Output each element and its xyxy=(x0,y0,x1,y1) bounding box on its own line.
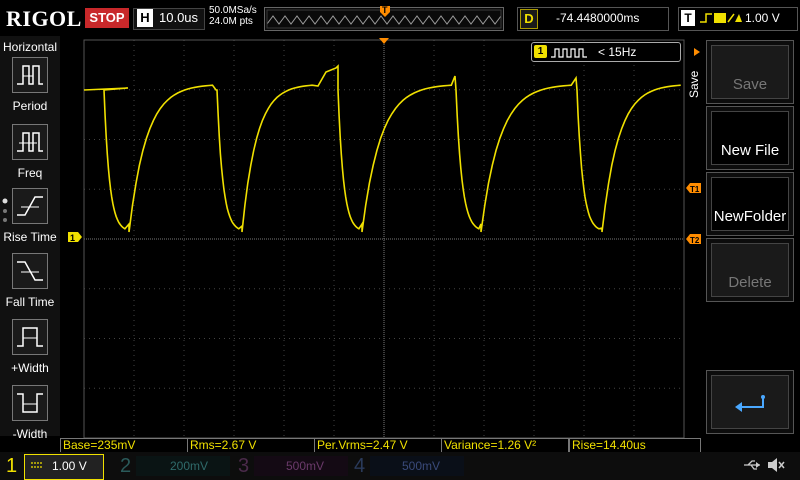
channel-3-scale: 500mV xyxy=(286,459,325,473)
channel-4-scale: 500mV xyxy=(402,459,441,473)
trigger-position-letter: T xyxy=(382,5,388,15)
measure-item-rise-time[interactable]: Rise Time xyxy=(0,186,60,248)
channel-1-waveform xyxy=(83,64,681,233)
measurement-rms[interactable]: Rms=2.67 V xyxy=(187,438,315,453)
pulse-icon xyxy=(551,46,591,58)
delete-button[interactable]: Delete xyxy=(706,238,794,302)
t1-label: T1 xyxy=(690,185,700,194)
channel-1-scale: 1.00 V xyxy=(52,459,87,473)
memory-depth: 24.0M pts xyxy=(209,16,253,27)
save-button[interactable]: Save xyxy=(706,40,794,104)
new-folder-button-label: NewFolder xyxy=(713,208,787,225)
trigger-condition: < 15Hz xyxy=(598,45,637,59)
measure-item-freq[interactable]: Freq xyxy=(0,122,60,184)
positive-width-label: +Width xyxy=(11,361,49,375)
measurement-rise[interactable]: Rise=14.40us xyxy=(569,438,701,453)
period-icon xyxy=(12,57,48,93)
channel-2-scale: 200mV xyxy=(170,459,209,473)
trigger-condition-box: 1 < 15Hz xyxy=(531,42,681,62)
sample-info: 50.0MSa/s 24.0M pts xyxy=(209,5,257,27)
brand-logo: RIGOL xyxy=(6,6,82,31)
delete-button-label: Delete xyxy=(728,274,772,291)
delay-letter: D xyxy=(520,9,538,29)
rise-time-label: Rise Time xyxy=(3,230,57,244)
dc-coupling-icon xyxy=(30,459,44,471)
return-arrow-icon xyxy=(733,395,769,419)
waveform-grid: 1 T1 T2 xyxy=(68,38,701,439)
measure-menu-title: Horizontal xyxy=(3,40,58,54)
measure-item-positive-width[interactable]: +Width xyxy=(0,317,60,379)
rise-time-icon xyxy=(12,188,48,224)
measurement-variance[interactable]: Variance=1.26 V² xyxy=(441,438,569,453)
positive-width-icon xyxy=(12,319,48,355)
trigger-edge-icon xyxy=(698,10,742,26)
waveform-display[interactable]: 1 T1 T2 xyxy=(60,36,701,439)
new-file-button-label: New File xyxy=(720,142,780,159)
channel-1-number[interactable]: 1 xyxy=(6,454,17,478)
menu-page-dots xyxy=(2,198,8,224)
usb-icon xyxy=(742,458,762,472)
fall-time-icon xyxy=(12,253,48,289)
measure-item-negative-width[interactable]: -Width xyxy=(0,383,60,445)
new-file-button[interactable]: New File xyxy=(706,106,794,170)
trigger-level: 1.00 V xyxy=(745,11,780,25)
channel-4-number[interactable]: 4 xyxy=(354,454,365,478)
delay-value: -74.4480000ms xyxy=(556,11,640,25)
fall-time-label: Fall Time xyxy=(5,295,55,309)
save-menu-title: Save xyxy=(687,70,701,98)
save-button-label: Save xyxy=(732,76,768,93)
trigger-time-marker xyxy=(379,38,389,44)
save-menu-title-box: Save xyxy=(685,42,703,100)
trigger-letter: T xyxy=(681,10,695,26)
measurement-period-vrms[interactable]: Per.Vrms=2.47 V xyxy=(314,438,442,453)
timebase-letter: H xyxy=(137,9,153,27)
sound-muted-icon[interactable] xyxy=(766,456,786,474)
freq-label: Freq xyxy=(17,166,43,180)
t2-label: T2 xyxy=(690,236,700,245)
measure-item-period[interactable]: Period xyxy=(0,55,60,117)
channel-3-number[interactable]: 3 xyxy=(238,454,249,478)
run-stop-status[interactable]: STOP xyxy=(85,8,129,28)
new-folder-button[interactable]: NewFolder xyxy=(706,172,794,236)
back-button[interactable] xyxy=(706,370,794,434)
frequency-icon xyxy=(12,124,48,160)
measurement-base[interactable]: Base=235mV xyxy=(60,438,188,453)
trigger-channel-badge: 1 xyxy=(534,45,547,58)
sample-rate: 50.0MSa/s xyxy=(209,5,257,16)
negative-width-icon xyxy=(12,385,48,421)
channel-2-number[interactable]: 2 xyxy=(120,454,131,478)
period-label: Period xyxy=(12,99,48,113)
measure-item-fall-time[interactable]: Fall Time xyxy=(0,251,60,313)
timebase-value: 10.0us xyxy=(159,10,199,25)
channel-1-ground-label: 1 xyxy=(70,233,75,243)
negative-width-label: -Width xyxy=(12,427,48,441)
